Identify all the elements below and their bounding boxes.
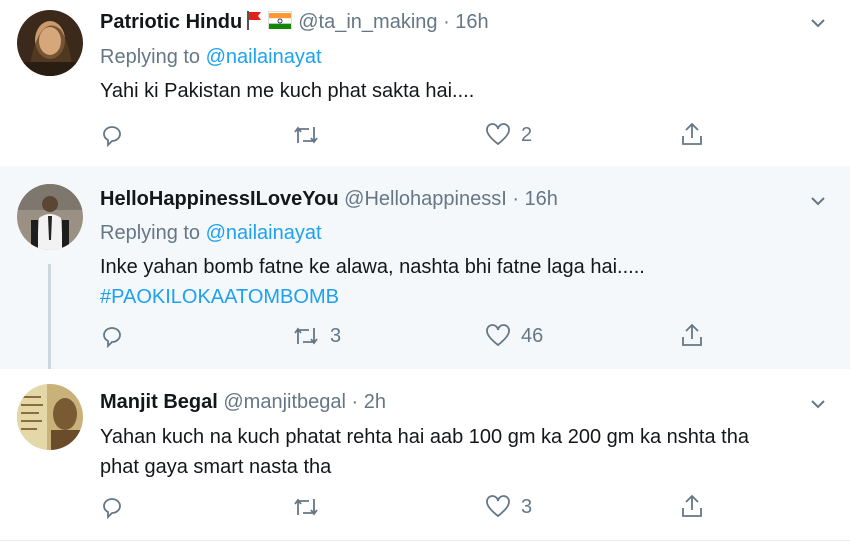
like-button[interactable]: 46: [485, 324, 543, 348]
reply-icon: [103, 126, 121, 147]
tweet-header: Patriotic Hindu @ta_in_making · 16h: [100, 10, 489, 34]
share-icon: [682, 494, 702, 517]
thread-line: [48, 264, 51, 369]
share-icon: [682, 323, 702, 346]
replying-to-link[interactable]: @nailainayat: [206, 222, 322, 244]
like-count: 3: [521, 495, 533, 518]
like-icon: [486, 495, 510, 518]
handle[interactable]: @ta_in_making: [298, 11, 437, 33]
tweet-text-line: Inke yahan bomb fatne ke alawa, nashta b…: [100, 256, 645, 278]
share-button[interactable]: [680, 493, 704, 519]
like-button[interactable]: 2: [485, 123, 532, 147]
tweet-text: Yahan kuch na kuch phatat rehta hai aab …: [100, 422, 749, 482]
like-button[interactable]: 3: [485, 495, 532, 519]
like-icon: [486, 123, 510, 146]
replying-to: Replying to @nailainayat: [100, 222, 322, 245]
retweet-icon: [294, 498, 318, 516]
red-flag-emoji-icon: [246, 10, 262, 30]
tweet-text-line: Yahan kuch na kuch phatat rehta hai aab …: [100, 426, 749, 448]
replying-to-label: Replying to: [100, 222, 201, 244]
tweet-2[interactable]: HelloHappinessILoveYou @HellohappinessI …: [0, 166, 850, 369]
replying-to-label: Replying to: [100, 46, 201, 68]
tweet-text: Yahi ki Pakistan me kuch phat sakta hai.…: [100, 76, 474, 106]
like-icon: [486, 324, 510, 347]
tweet-text-line: phat gaya smart nasta tha: [100, 456, 332, 478]
share-button[interactable]: [680, 322, 704, 348]
tweet-header: Manjit Begal @manjitbegal · 2h: [100, 391, 386, 414]
timestamp[interactable]: · 16h: [443, 11, 489, 33]
reply-icon: [103, 498, 121, 519]
handle[interactable]: @manjitbegal: [223, 391, 346, 413]
retweet-button[interactable]: [292, 123, 330, 147]
display-name[interactable]: Patriotic Hindu: [100, 11, 242, 33]
tweet-text-line: Yahi ki Pakistan me kuch phat sakta hai.…: [100, 80, 475, 102]
display-name[interactable]: Manjit Begal: [100, 391, 218, 413]
indian-flag-emoji-icon: [268, 11, 293, 29]
retweet-button[interactable]: [292, 495, 330, 519]
reply-button[interactable]: [100, 123, 134, 147]
retweet-count: 3: [330, 324, 342, 347]
timestamp[interactable]: · 2h: [352, 391, 386, 413]
tweet-3[interactable]: Manjit Begal @manjitbegal · 2h Yahan kuc…: [0, 369, 850, 540]
reply-icon: [103, 327, 121, 348]
avatar[interactable]: [17, 10, 83, 76]
like-count: 2: [521, 123, 533, 146]
chevron-down-icon[interactable]: [811, 399, 825, 409]
like-count: 46: [521, 324, 544, 347]
retweet-button[interactable]: 3: [292, 324, 341, 348]
chevron-down-icon[interactable]: [811, 18, 825, 28]
display-name[interactable]: HelloHappinessILoveYou: [100, 188, 339, 210]
retweet-icon: [294, 327, 318, 345]
share-button[interactable]: [680, 121, 704, 147]
avatar[interactable]: [17, 184, 83, 250]
chevron-down-icon[interactable]: [811, 196, 825, 206]
retweet-icon: [294, 126, 318, 144]
reply-button[interactable]: [100, 324, 134, 348]
replying-to-link[interactable]: @nailainayat: [206, 46, 322, 68]
divider: [0, 540, 850, 541]
reply-button[interactable]: [100, 495, 134, 519]
tweet-1[interactable]: Patriotic Hindu @ta_in_making · 16h Reply…: [0, 0, 850, 166]
hashtag-link[interactable]: #PAOKILOKAATOMBOMB: [100, 282, 645, 312]
tweet-text: Inke yahan bomb fatne ke alawa, nashta b…: [100, 252, 645, 312]
avatar[interactable]: [17, 384, 83, 450]
handle[interactable]: @HellohappinessI: [344, 188, 507, 210]
timestamp[interactable]: · 16h: [512, 188, 558, 210]
tweet-header: HelloHappinessILoveYou @HellohappinessI …: [100, 188, 558, 211]
share-icon: [682, 122, 702, 145]
replying-to: Replying to @nailainayat: [100, 46, 322, 69]
